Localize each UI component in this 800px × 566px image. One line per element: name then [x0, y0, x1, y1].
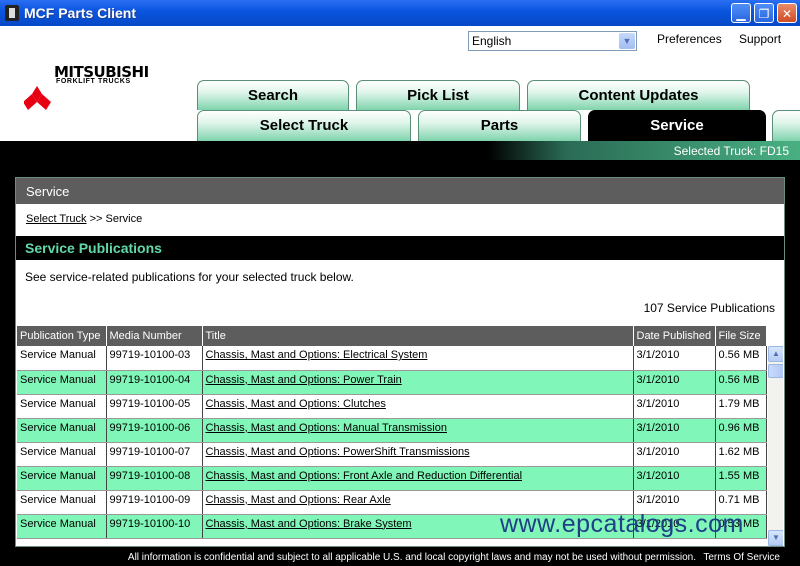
- selected-truck-label: Selected Truck:: [673, 144, 757, 158]
- cell-media-number: 99719-10100-10: [106, 514, 203, 539]
- preferences-link[interactable]: Preferences: [657, 32, 722, 46]
- publication-count: 107 Service Publications: [643, 301, 775, 315]
- tab-pick-list[interactable]: Pick List: [356, 80, 520, 110]
- publication-title-link[interactable]: Chassis, Mast and Options: Electrical Sy…: [206, 349, 428, 361]
- breadcrumb-separator: >>: [89, 213, 103, 225]
- tab-search[interactable]: Search: [197, 80, 349, 110]
- cell-media-number: 99719-10100-09: [106, 490, 203, 515]
- cell-media-number: 99719-10100-05: [106, 394, 203, 419]
- cell-date-published: 3/1/2010: [633, 394, 716, 419]
- cell-file-size: 1.79 MB: [715, 394, 767, 419]
- cell-date-published: 3/1/2010: [633, 442, 716, 467]
- table-scrollbar[interactable]: ▲ ▼: [768, 346, 783, 546]
- publication-title-link[interactable]: Chassis, Mast and Options: Manual Transm…: [206, 422, 448, 434]
- cell-date-published: 3/1/2010: [633, 418, 716, 443]
- cell-publication-type: Service Manual: [17, 490, 107, 515]
- app-header: MITSUBISHI FORKLIFT TRUCKS English ▼ Pre…: [0, 26, 800, 141]
- publication-title-link[interactable]: Chassis, Mast and Options: PowerShift Tr…: [206, 446, 470, 458]
- cell-title: Chassis, Mast and Options: Electrical Sy…: [202, 346, 634, 371]
- terms-of-service-link[interactable]: Terms Of Service: [703, 552, 780, 563]
- cell-publication-type: Service Manual: [17, 418, 107, 443]
- cell-media-number: 99719-10100-04: [106, 370, 203, 395]
- column-header-title[interactable]: Title: [202, 326, 634, 346]
- table-row: Service Manual 99719-10100-04 Chassis, M…: [17, 370, 767, 395]
- column-header-media-number[interactable]: Media Number: [106, 326, 203, 346]
- scroll-down-icon[interactable]: ▼: [768, 530, 783, 546]
- tab-overflow[interactable]: [772, 110, 800, 141]
- language-select[interactable]: English ▼: [468, 31, 637, 51]
- cell-title: Chassis, Mast and Options: Manual Transm…: [202, 418, 634, 443]
- cell-date-published: 3/1/2010: [633, 346, 716, 371]
- scroll-thumb[interactable]: [768, 364, 783, 378]
- window-titlebar: MCF Parts Client ▁ ❐ ✕: [0, 0, 800, 26]
- tab-select-truck[interactable]: Select Truck: [197, 110, 411, 141]
- tab-content-updates[interactable]: Content Updates: [527, 80, 750, 110]
- cell-publication-type: Service Manual: [17, 394, 107, 419]
- chevron-down-icon[interactable]: ▼: [619, 33, 635, 49]
- cell-title: Chassis, Mast and Options: Clutches: [202, 394, 634, 419]
- mitsubishi-logo: [24, 86, 51, 110]
- cell-media-number: 99719-10100-07: [106, 442, 203, 467]
- scroll-up-icon[interactable]: ▲: [768, 346, 783, 362]
- cell-file-size: 1.55 MB: [715, 466, 767, 491]
- cell-file-size: 0.56 MB: [715, 346, 767, 371]
- publication-title-link[interactable]: Chassis, Mast and Options: Brake System: [206, 518, 412, 530]
- publication-title-link[interactable]: Chassis, Mast and Options: Power Train: [206, 374, 402, 386]
- cell-file-size: 0.96 MB: [715, 418, 767, 443]
- cell-title: Chassis, Mast and Options: PowerShift Tr…: [202, 442, 634, 467]
- cell-media-number: 99719-10100-08: [106, 466, 203, 491]
- minimize-button[interactable]: ▁: [731, 3, 751, 23]
- cell-file-size: 1.62 MB: [715, 442, 767, 467]
- support-link[interactable]: Support: [739, 32, 781, 46]
- table-row: Service Manual 99719-10100-07 Chassis, M…: [17, 442, 767, 467]
- close-button[interactable]: ✕: [777, 3, 797, 23]
- table-header-row: Publication Type Media Number Title Date…: [17, 326, 767, 346]
- column-header-date-published[interactable]: Date Published: [633, 326, 716, 346]
- cell-publication-type: Service Manual: [17, 346, 107, 371]
- service-panel: Service Select Truck >> Service Service …: [15, 177, 785, 547]
- cell-title: Chassis, Mast and Options: Front Axle an…: [202, 466, 634, 491]
- column-header-file-size[interactable]: File Size: [715, 326, 767, 346]
- table-row: Service Manual 99719-10100-05 Chassis, M…: [17, 394, 767, 419]
- publications-table: Publication Type Media Number Title Date…: [17, 326, 767, 539]
- breadcrumb: Select Truck >> Service: [26, 213, 142, 225]
- tab-parts[interactable]: Parts: [418, 110, 581, 141]
- cell-publication-type: Service Manual: [17, 442, 107, 467]
- tab-service[interactable]: Service: [588, 110, 766, 141]
- cell-title: Chassis, Mast and Options: Power Train: [202, 370, 634, 395]
- app-icon: [5, 5, 19, 21]
- table-row: Service Manual 99719-10100-06 Chassis, M…: [17, 418, 767, 443]
- cell-date-published: 3/1/2010: [633, 370, 716, 395]
- language-value: English: [472, 34, 512, 48]
- cell-date-published: 3/1/2010: [633, 466, 716, 491]
- window-title: MCF Parts Client: [24, 5, 137, 21]
- section-header: Service Publications: [16, 236, 784, 260]
- cell-file-size: 0.56 MB: [715, 370, 767, 395]
- table-row: Service Manual 99719-10100-03 Chassis, M…: [17, 346, 767, 371]
- footer-disclaimer: All information is confidential and subj…: [127, 552, 696, 563]
- logo-subtitle: FORKLIFT TRUCKS: [56, 78, 131, 85]
- panel-header: Service: [16, 178, 784, 204]
- cell-publication-type: Service Manual: [17, 466, 107, 491]
- publication-title-link[interactable]: Chassis, Mast and Options: Front Axle an…: [206, 470, 523, 482]
- column-header-publication-type[interactable]: Publication Type: [17, 326, 107, 346]
- selected-truck-bar: Selected Truck: FD15: [0, 141, 800, 160]
- breadcrumb-current: Service: [105, 213, 143, 225]
- publication-title-link[interactable]: Chassis, Mast and Options: Rear Axle: [206, 494, 391, 506]
- cell-publication-type: Service Manual: [17, 514, 107, 539]
- watermark: www.epcatalogs.com: [500, 510, 744, 538]
- maximize-button[interactable]: ❐: [754, 3, 774, 23]
- cell-media-number: 99719-10100-06: [106, 418, 203, 443]
- breadcrumb-select-truck-link[interactable]: Select Truck: [26, 213, 87, 225]
- selected-truck-text: Selected Truck: FD15: [674, 144, 789, 158]
- footer: All information is confidential and subj…: [0, 550, 800, 566]
- section-description: See service-related publications for you…: [25, 270, 354, 284]
- panel-title: Service: [26, 184, 70, 199]
- selected-truck-value: FD15: [759, 144, 789, 158]
- cell-publication-type: Service Manual: [17, 370, 107, 395]
- table-row: Service Manual 99719-10100-08 Chassis, M…: [17, 466, 767, 491]
- section-title: Service Publications: [25, 240, 162, 256]
- cell-media-number: 99719-10100-03: [106, 346, 203, 371]
- publication-title-link[interactable]: Chassis, Mast and Options: Clutches: [206, 398, 386, 410]
